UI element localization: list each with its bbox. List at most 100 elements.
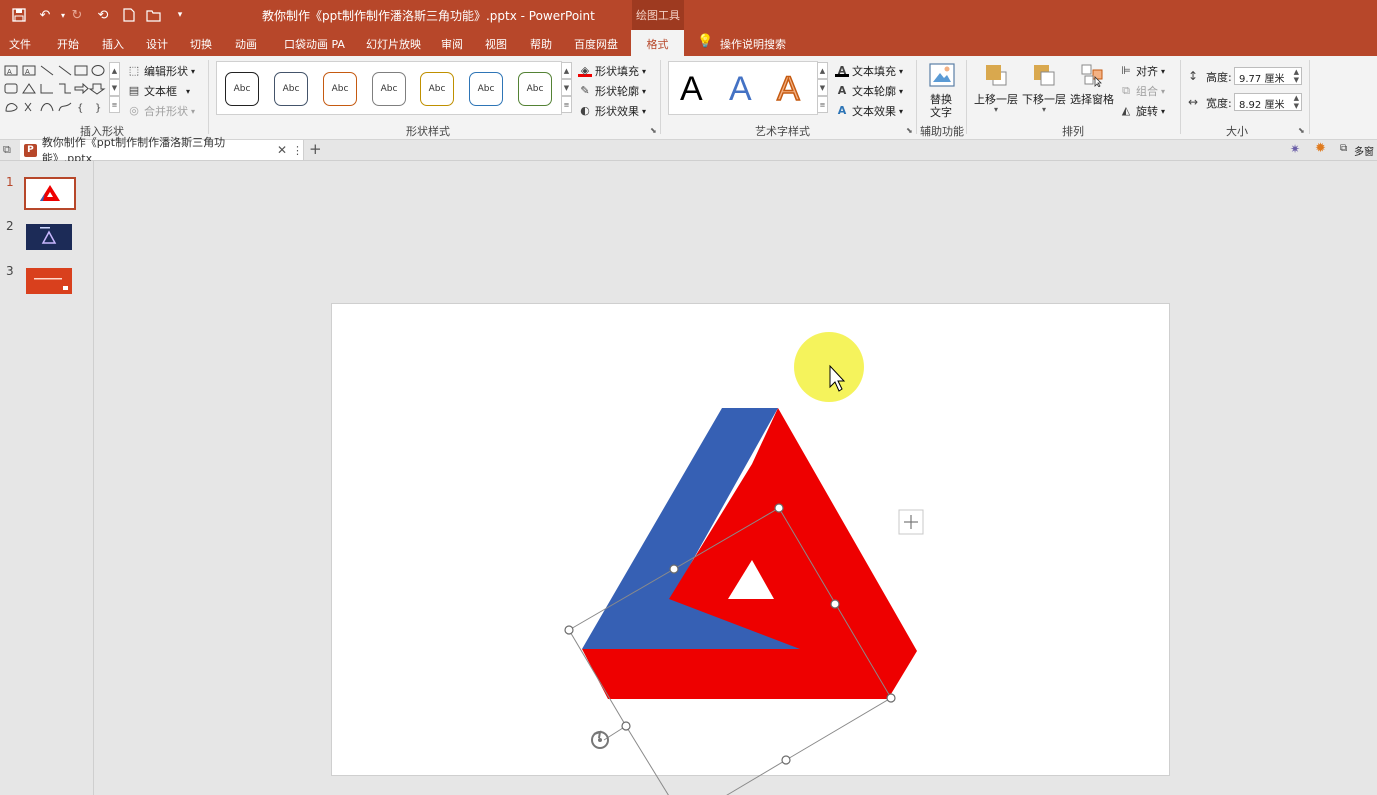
alt-text-button[interactable]: 替换 文字 [924,61,960,119]
bring-forward-button[interactable]: 上移一层 ▾ [974,61,1020,119]
settings-gear-icon[interactable]: ✹ [1315,141,1326,156]
selection-pane-button[interactable]: 选择窗格 [1070,61,1116,119]
multi-window-icon[interactable]: ⧉ [1340,143,1347,154]
shapes-gallery-down-button[interactable]: ▼ [109,79,120,96]
resize-handle[interactable] [669,564,679,574]
height-spinner-icon[interactable]: ▲ ▼ [1294,68,1299,84]
bring-forward-icon [986,65,1007,86]
tab-format[interactable]: 格式 [631,30,684,57]
group-divider [1180,60,1181,134]
open-icon[interactable] [145,6,163,24]
shape-style-5[interactable]: Abc [420,72,454,106]
tab-view[interactable]: 视图 [485,36,507,52]
group-divider [966,60,967,134]
wordart-style-blue[interactable]: A [729,70,752,109]
multi-window-label[interactable]: 多窗 [1354,143,1374,158]
tab-transitions[interactable]: 切换 [190,36,212,52]
edit-shape-button[interactable]: ⬚ 编辑形状 ▾ [127,63,195,79]
height-input[interactable]: 9.77 厘米 ▲ ▼ [1234,67,1302,85]
shape-outline-button[interactable]: ✎ 形状轮廓 ▾ [578,83,646,99]
shape-fill-button[interactable]: ◈ 形状填充 ▾ [578,63,646,79]
resize-handle[interactable] [886,693,896,703]
slide-thumbnail-2[interactable] [26,224,72,250]
svg-text:A: A [25,68,30,76]
document-tab[interactable]: P 教你制作《ppt制作制作潘洛斯三角功能》.pptx ✕ ⋮ [20,136,304,165]
shape-style-4[interactable]: Abc [372,72,406,106]
tab-review[interactable]: 审阅 [441,36,463,52]
save-icon[interactable] [10,6,28,24]
customize-icon[interactable]: ▾ [171,6,189,24]
wordart-style-black[interactable]: A [680,70,703,109]
magic-wand-icon[interactable]: ✷ [1290,142,1300,156]
rotate-button[interactable]: ◭ 旋转 ▾ [1119,103,1165,119]
chevron-down-icon: ▾ [1161,106,1166,116]
resize-handle[interactable] [830,599,840,609]
dialog-launcher-icon[interactable]: ⬊ [650,126,657,135]
shape-style-7[interactable]: Abc [518,72,552,106]
shape-styles-group-label: 形状样式 [406,125,450,138]
width-input[interactable]: 8.92 厘米 ▲ ▼ [1234,93,1302,111]
tab-insert[interactable]: 插入 [102,36,124,52]
wordart-up-button[interactable]: ▲ [817,62,828,79]
merge-shapes-icon: ◎ [129,104,139,117]
send-backward-button[interactable]: 下移一层 ▾ [1022,61,1068,119]
merge-shapes-button[interactable]: ◎ 合并形状 ▾ [127,103,195,119]
more-options-icon[interactable]: ⋮ [292,144,303,157]
shape-style-1[interactable]: Abc [225,72,259,106]
tab-file[interactable]: 文件 [9,36,31,52]
tab-animations[interactable]: 动画 [235,36,257,52]
tab-slideshow[interactable]: 幻灯片放映 [366,36,421,52]
width-spinner-icon[interactable]: ▲ ▼ [1294,94,1299,110]
shape-style-2[interactable]: Abc [274,72,308,106]
shape-style-6[interactable]: Abc [469,72,503,106]
slide-canvas[interactable] [332,304,1169,795]
undo-icon[interactable]: ↶ [36,6,54,24]
rotate-handle-icon[interactable] [591,730,609,749]
wordart-down-button[interactable]: ▼ [817,79,828,96]
dialog-launcher-icon[interactable]: ⬊ [906,126,913,135]
wordart-style-orange-outline[interactable]: A [776,69,800,109]
lightbulb-icon: 💡 [697,34,714,49]
add-element-icon[interactable] [898,509,924,535]
shape-styles-more-button[interactable]: ≡ [561,96,572,113]
group-objects-button[interactable]: ⧉ 组合 ▾ [1119,83,1165,99]
shapes-gallery-more-button[interactable]: ≡ [109,96,120,113]
tab-baidu-netdisk[interactable]: 百度网盘 [574,36,618,52]
text-outline-button[interactable]: A 文本轮廓 ▾ [835,83,903,99]
tab-pocket-animation[interactable]: 口袋动画 PA [284,36,345,52]
text-effects-button[interactable]: A 文本效果 ▾ [835,103,903,119]
close-icon[interactable]: ✕ [277,143,287,157]
slide-thumbnail-3[interactable] [26,268,72,294]
shape-styles-up-button[interactable]: ▲ [561,62,572,79]
resize-handle[interactable] [564,625,574,635]
dialog-launcher-icon[interactable]: ⬊ [1298,126,1305,135]
tab-home[interactable]: 开始 [57,36,79,52]
text-fill-button[interactable]: A 文本填充 ▾ [835,63,903,79]
shapes-gallery[interactable]: A A { } [3,63,107,115]
selection-pane-icon [1081,64,1103,87]
text-box-button[interactable]: ▤ 文本框 ▾ [127,83,190,99]
tab-help[interactable]: 帮助 [530,36,552,52]
wordart-more-button[interactable]: ≡ [817,96,828,113]
slide-thumbnail-1[interactable] [24,177,76,210]
tab-design[interactable]: 设计 [146,36,168,52]
shape-styles-down-button[interactable]: ▼ [561,79,572,96]
chevron-down-icon: ▾ [642,86,647,96]
shape-style-3[interactable]: Abc [323,72,357,106]
slide-number: 2 [6,219,14,233]
repeat-icon[interactable]: ⟲ [94,6,112,24]
chevron-down-icon: ▾ [899,66,904,76]
shape-effects-button[interactable]: ◐ 形状效果 ▾ [578,103,646,119]
new-icon[interactable] [120,6,138,24]
chevron-down-icon: ▾ [642,66,647,76]
resize-handle[interactable] [621,721,631,731]
shapes-gallery-up-button[interactable]: ▲ [109,62,120,79]
resize-handle[interactable] [781,755,791,765]
resize-handle[interactable] [774,503,784,513]
tell-me-search[interactable]: 操作说明搜索 [720,36,786,52]
tab-list-icon[interactable]: ⧉ [3,143,11,157]
redo-icon[interactable]: ↻ [68,6,86,24]
chevron-down-icon: ▾ [1042,105,1047,114]
align-button[interactable]: ⊫ 对齐 ▾ [1119,63,1165,79]
add-tab-icon[interactable]: + [309,140,322,158]
